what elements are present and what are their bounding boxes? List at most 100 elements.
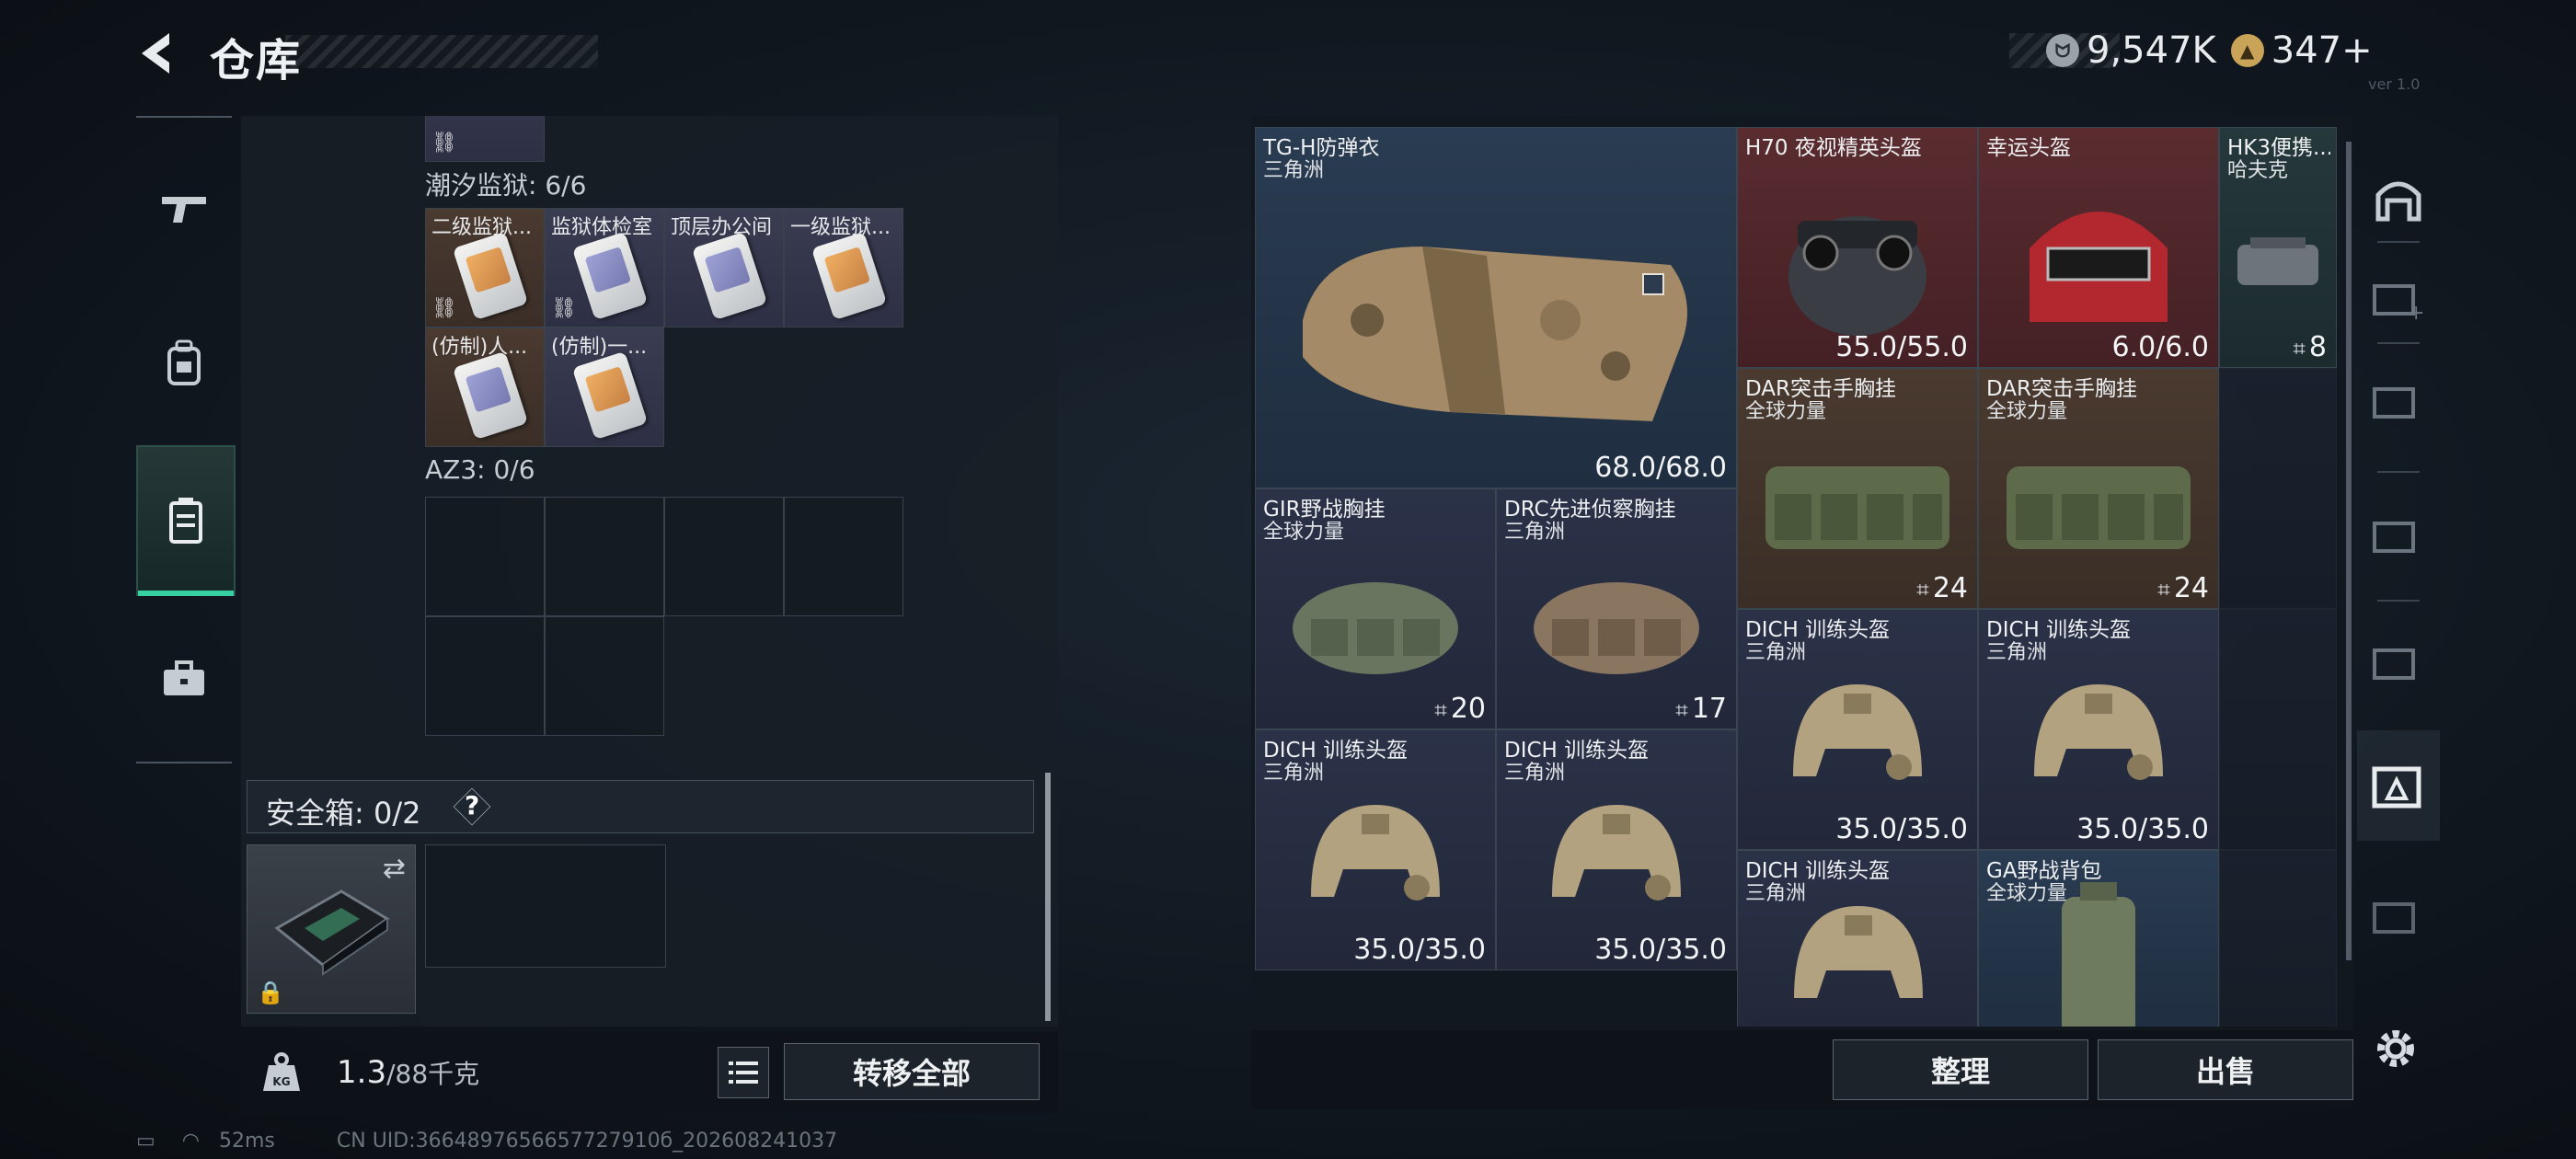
gun-icon <box>162 197 206 223</box>
divider <box>2377 241 2420 243</box>
durability: 35.0/35.0 <box>2076 813 2209 845</box>
empty-slot[interactable] <box>425 616 545 736</box>
training-helmet-image <box>1794 906 1923 998</box>
keycard-slot[interactable]: (仿制)一... <box>545 327 664 447</box>
capacity: ⌗ 24 <box>1916 572 1968 604</box>
gold-currency-value[interactable]: 347+ <box>2271 29 2373 72</box>
stash-item-chest-rig-dar[interactable]: DAR突击手胸挂 全球力量 ⌗ 24 <box>1978 368 2219 609</box>
stash-item-training-helmet[interactable]: DICH 训练头盔 三角洲 35.0/35.0 <box>1255 729 1496 970</box>
nav-storage-case[interactable] <box>136 445 236 596</box>
empty-slot[interactable] <box>664 497 784 616</box>
stash-tab-6[interactable] <box>2357 863 2440 973</box>
durability: 6.0/6.0 <box>2111 331 2209 363</box>
divider <box>2377 471 2420 473</box>
item-brand: 三角洲 <box>1745 641 1807 664</box>
empty-slot[interactable] <box>2219 609 2337 850</box>
item-name: 二级监狱... <box>431 216 532 239</box>
gold-triangle-coin-icon: ▲ <box>2230 34 2264 67</box>
stash-item-training-helmet[interactable]: DICH 训练头盔 三角洲 35.0/35.0 <box>1737 609 1978 850</box>
stash-page-icon: + <box>2373 284 2424 323</box>
stash-tab-1[interactable]: + <box>2357 245 2440 355</box>
stash-item-chest-rig-drc[interactable]: DRC先进侦察胸挂 三角洲 ⌗ 17 <box>1496 488 1737 729</box>
chest-rig-image <box>1765 465 1949 549</box>
capacity: ⌗ 24 <box>2157 572 2209 604</box>
ping-readout: 52ms <box>219 1130 275 1153</box>
stash-item-training-helmet[interactable]: DICH 训练头盔 三角洲 <box>1737 850 1978 1027</box>
list-icon <box>729 1061 758 1084</box>
safe-box-empty-slot[interactable] <box>425 844 666 968</box>
stash-scrollbar[interactable] <box>2346 142 2352 960</box>
capacity-icon: ⌗ <box>1434 697 1447 723</box>
item-name: TG-H防弹衣 <box>1263 136 1380 160</box>
sort-button[interactable]: 整理 <box>1833 1039 2088 1100</box>
durability: 35.0/35.0 <box>1353 934 1486 966</box>
training-helmet-image <box>2034 683 2163 780</box>
help-icon[interactable]: ? <box>465 790 479 820</box>
keycard-slot[interactable]: 顶层办公间 <box>664 208 784 327</box>
keycard-image <box>571 231 649 321</box>
item-name: (仿制)人... <box>431 336 528 359</box>
training-helmet-image <box>1552 804 1681 901</box>
nav-backpack[interactable] <box>136 307 232 418</box>
list-view-button[interactable] <box>718 1047 769 1098</box>
group-title-tide-prison: 潮汐监狱: 6/6 <box>425 170 587 201</box>
stash-item-hk3[interactable]: HK3便携... 哈夫克 ⌗ 8 <box>2219 127 2337 368</box>
stash-item-lucky-helmet[interactable]: 幸运头盔 6.0/6.0 <box>1978 127 2219 368</box>
sell-button[interactable]: 出售 <box>2098 1039 2353 1100</box>
stash-tab-5-active[interactable] <box>2357 730 2440 841</box>
keycard-slot[interactable]: 二级监狱... ⛓ <box>425 208 545 327</box>
nav-briefcase[interactable] <box>136 624 232 734</box>
transfer-all-button[interactable]: 转移全部 <box>784 1043 1040 1100</box>
back-arrow-icon[interactable] <box>129 26 184 81</box>
stash-tab-all[interactable] <box>2357 143 2440 254</box>
keycard-slot[interactable]: (仿制)人... <box>425 327 545 447</box>
stash-tab-3[interactable] <box>2357 482 2440 592</box>
stash-item-body-armor[interactable]: TG-H防弹衣 三角洲 68.0/68.0 <box>1255 127 1737 488</box>
stash-item-training-helmet[interactable]: DICH 训练头盔 三角洲 35.0/35.0 <box>1978 609 2219 850</box>
item-brand: 哈夫克 <box>2227 159 2289 182</box>
lucky-helmet-image <box>2030 211 2168 322</box>
item-name: 监狱体检室 <box>551 216 653 239</box>
partial-item-slot[interactable]: ⛓ <box>425 116 545 162</box>
nav-weapons[interactable] <box>136 153 232 263</box>
safe-box-case-image <box>274 889 390 976</box>
chest-rig-image <box>1293 581 1458 674</box>
keycard-slot[interactable]: 一级监狱... <box>784 208 903 327</box>
safe-box-slot[interactable]: ⇄ 🔒 <box>247 844 416 1014</box>
empty-slot[interactable] <box>2219 368 2337 609</box>
silver-currency-value: 9,547K <box>2087 29 2216 72</box>
empty-slot[interactable] <box>425 497 545 616</box>
weight-readout: 1.3/88千克 <box>337 1054 479 1091</box>
currency-bar: ᗢ 9,547K ▲ 347+ <box>2009 28 2442 74</box>
safe-box-label: 安全箱: 0/2 <box>266 796 421 831</box>
capacity-icon: ⌗ <box>1916 577 1929 602</box>
item-brand: 三角洲 <box>1504 521 1566 544</box>
empty-slot[interactable] <box>545 616 664 736</box>
empty-slot[interactable] <box>784 497 903 616</box>
capacity: ⌗ 20 <box>1434 693 1486 725</box>
empty-slot[interactable] <box>2219 850 2337 1027</box>
item-brand: 全球力量 <box>1986 400 2068 423</box>
capacity-value: 17 <box>1691 693 1727 725</box>
settings-gear-icon[interactable] <box>2368 1021 2423 1076</box>
stash-item-helmet-h70[interactable]: H70 夜视精英头盔 55.0/55.0 <box>1737 127 1978 368</box>
stash-item-field-backpack[interactable]: GA野战背包 全球力量 <box>1978 850 2219 1027</box>
keycard-image <box>452 231 529 321</box>
empty-slot[interactable] <box>545 497 664 616</box>
item-name: H70 夜视精英头盔 <box>1745 136 1922 160</box>
stash-item-chest-rig-gir[interactable]: GIR野战胸挂 全球力量 ⌗ 20 <box>1255 488 1496 729</box>
stash-tab-2[interactable] <box>2357 348 2440 458</box>
stash-page-icon <box>2373 902 2415 934</box>
backpack-footer: KG 1.3/88千克 转移全部 <box>241 1032 1058 1113</box>
stash-item-training-helmet[interactable]: DICH 训练头盔 三角洲 35.0/35.0 <box>1496 729 1737 970</box>
battery-icon: ▭ <box>136 1130 155 1153</box>
item-brand: 三角洲 <box>1263 762 1325 785</box>
capacity-value: 24 <box>2173 572 2209 604</box>
svg-text:KG: KG <box>272 1075 290 1088</box>
swap-icon[interactable]: ⇄ <box>383 853 406 885</box>
stash-item-chest-rig-dar[interactable]: DAR突击手胸挂 全球力量 ⌗ 24 <box>1737 368 1978 609</box>
keycard-slot[interactable]: 监狱体检室 ⛓ <box>545 208 664 327</box>
backpack-scrollbar[interactable] <box>1045 773 1051 1021</box>
stash-tab-4[interactable] <box>2357 609 2440 719</box>
weight-current: 1.3 <box>337 1054 387 1091</box>
